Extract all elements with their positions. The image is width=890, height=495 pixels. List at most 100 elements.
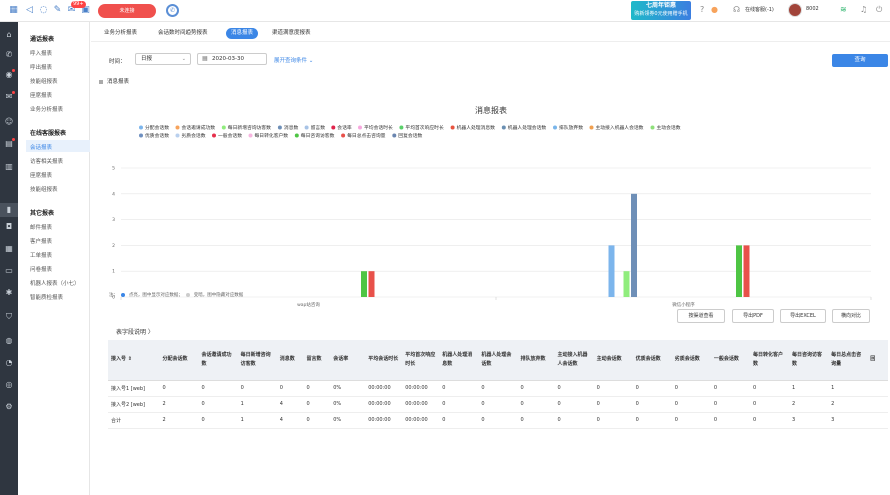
bell-icon[interactable]: ♫ — [860, 5, 867, 14]
legend-marker[interactable] — [294, 133, 299, 138]
sidebar-item[interactable]: 呼出报表 — [30, 63, 52, 71]
legend-item[interactable]: 排队放弃数 — [559, 124, 583, 131]
robot-icon[interactable]: ◘ — [4, 222, 14, 232]
shield-icon[interactable]: ⛉ — [4, 312, 14, 322]
date-input[interactable]: ▦ 2020-03-30 — [197, 53, 267, 65]
settings-icon[interactable]: ✱ — [4, 288, 14, 298]
legend-item[interactable]: 每日总点击咨询量 — [347, 132, 386, 139]
gear-icon[interactable]: ⚙ — [4, 402, 14, 412]
sidebar-item[interactable]: 问卷报表 — [30, 265, 52, 273]
export-pdf-button[interactable]: 导出PDF — [732, 309, 774, 323]
sidebar-item[interactable]: 访客相关报表 — [30, 157, 63, 165]
legend-marker[interactable] — [175, 125, 180, 130]
field-description-link[interactable]: 表字段说明 〉 — [116, 327, 154, 336]
bubble-icon[interactable]: ◔ — [4, 358, 14, 368]
headset-icon[interactable]: ☊ — [733, 5, 740, 14]
power-icon[interactable]: ⏻ — [876, 5, 882, 15]
legend-marker[interactable] — [212, 133, 216, 138]
legend-marker[interactable] — [331, 125, 336, 130]
legend-marker[interactable] — [501, 125, 506, 130]
export-excel-button[interactable]: 导出EXCEL — [780, 309, 826, 323]
legend-item[interactable]: 回复会话数 — [398, 132, 422, 139]
legend-item[interactable]: 分配会话数 — [145, 124, 169, 131]
monitor-icon[interactable]: ▭ — [4, 266, 14, 276]
table-cell: 0 — [593, 396, 633, 413]
legend-marker[interactable] — [358, 125, 362, 130]
by-channel-button[interactable]: 按渠道查看 — [677, 309, 725, 323]
legend-item[interactable]: 每日转化客户数 — [255, 132, 289, 139]
period-select[interactable]: 日报 ⌄ — [135, 53, 191, 65]
user-icon[interactable]: ☺ — [4, 117, 14, 127]
circle-icon[interactable]: ◍ — [4, 336, 14, 346]
tab-channel-satisfaction[interactable]: 渠道满意度报表 — [267, 28, 316, 39]
avatar[interactable] — [788, 3, 802, 17]
chart-bar — [631, 193, 637, 297]
compass-icon[interactable]: ◎ — [4, 380, 14, 390]
table-cell: 0 — [478, 396, 518, 413]
home-icon[interactable]: ⌂ — [4, 30, 14, 40]
calendar-icon[interactable]: ▦ — [4, 244, 14, 254]
legend-item[interactable]: 平均会话时长 — [364, 124, 393, 131]
legend-marker[interactable] — [399, 125, 404, 130]
tab-business-analysis[interactable]: 业务分析报表 — [99, 28, 142, 39]
legend-item[interactable]: 主动接入机器人会话数 — [596, 124, 644, 131]
back-icon[interactable]: ◁ — [24, 5, 35, 16]
sidebar-item[interactable]: 智能质检报表 — [30, 293, 63, 301]
sidebar-item[interactable]: 呼入报表 — [30, 49, 52, 57]
legend-item[interactable]: 机器人处理消息数 — [457, 124, 496, 131]
sidebar-item[interactable]: 业务分析报表 — [30, 105, 63, 113]
legend-marker[interactable] — [392, 133, 397, 138]
promo-banner[interactable]: 七周年钜惠 购新领券0元使用赠手机 — [631, 1, 691, 20]
legend-marker[interactable] — [139, 125, 143, 130]
online-service-status[interactable]: 在线客服(-1) — [745, 6, 774, 13]
connection-status-button[interactable]: 未连接 — [98, 4, 156, 18]
legend-marker[interactable] — [248, 133, 253, 138]
table-cell: 00:00:00 — [402, 412, 440, 429]
legend-item[interactable]: 每日咨询访客数 — [301, 132, 335, 139]
legend-marker[interactable] — [553, 125, 557, 130]
edit-icon[interactable]: ✎ — [52, 5, 63, 16]
legend-marker[interactable] — [304, 125, 309, 130]
legend-item[interactable]: 留言数 — [311, 124, 326, 131]
expand-filters-link[interactable]: 展开查询条件 ⌄ — [274, 56, 313, 64]
sortable-column-header[interactable]: 接入号 ⇕ — [108, 340, 160, 381]
legend-marker[interactable] — [341, 133, 346, 138]
grid-icon[interactable]: ▦ — [8, 5, 19, 16]
legend-item[interactable]: 机器人处理会话数 — [508, 124, 547, 131]
legend-marker[interactable] — [450, 125, 455, 130]
chat-icon[interactable]: ◌ — [38, 5, 49, 16]
legend-item[interactable]: 主动会话数 — [657, 124, 681, 131]
tab-message-report[interactable]: 消息报表 — [226, 28, 259, 39]
tab-session-trend[interactable]: 会话数时间趋势报表 — [153, 28, 213, 39]
legend-marker[interactable] — [139, 133, 143, 138]
sidebar-item[interactable]: 客户报表 — [30, 237, 52, 245]
sidebar-item[interactable]: 机器人报表（小七） — [30, 279, 80, 287]
softphone-icon[interactable]: ✆ — [166, 4, 179, 17]
legend-marker[interactable] — [650, 125, 655, 130]
legend-marker[interactable] — [175, 133, 180, 138]
legend-item[interactable]: 平均首次响应时长 — [405, 124, 444, 131]
legend-item[interactable]: 每日新增咨询访客数 — [228, 124, 271, 131]
legend-marker[interactable] — [277, 125, 282, 130]
book-icon[interactable]: ▥ — [4, 162, 14, 172]
sidebar-item[interactable]: 会话报表 — [30, 143, 52, 151]
legend-marker[interactable] — [221, 125, 226, 130]
query-button[interactable]: 查询 — [832, 54, 888, 67]
phone-icon[interactable]: ✆ — [4, 50, 14, 60]
help-icon[interactable]: ? — [700, 5, 704, 14]
horizontal-compare-button[interactable]: 横向对比 — [832, 309, 870, 323]
sidebar-item[interactable]: 邮件报表 — [30, 223, 52, 231]
report-chart-icon[interactable]: ▮ — [4, 205, 14, 215]
sidebar-item[interactable]: 工单报表 — [30, 251, 52, 259]
legend-marker[interactable] — [589, 125, 594, 130]
sidebar-item[interactable]: 技能组报表 — [30, 185, 58, 193]
legend-item[interactable]: 优质会话数 — [145, 132, 169, 139]
legend-item[interactable]: 会话邀请成功数 — [182, 124, 216, 131]
sidebar-item[interactable]: 技能组报表 — [30, 77, 58, 85]
legend-item[interactable]: 劣质会话数 — [182, 132, 206, 139]
legend-item[interactable]: 一般会话数 — [218, 132, 242, 139]
legend-item[interactable]: 消息数 — [284, 124, 299, 131]
sidebar-item[interactable]: 座席报表 — [30, 171, 52, 179]
sidebar-item[interactable]: 座席报表 — [30, 91, 52, 99]
legend-item[interactable]: 会话率 — [337, 124, 352, 131]
